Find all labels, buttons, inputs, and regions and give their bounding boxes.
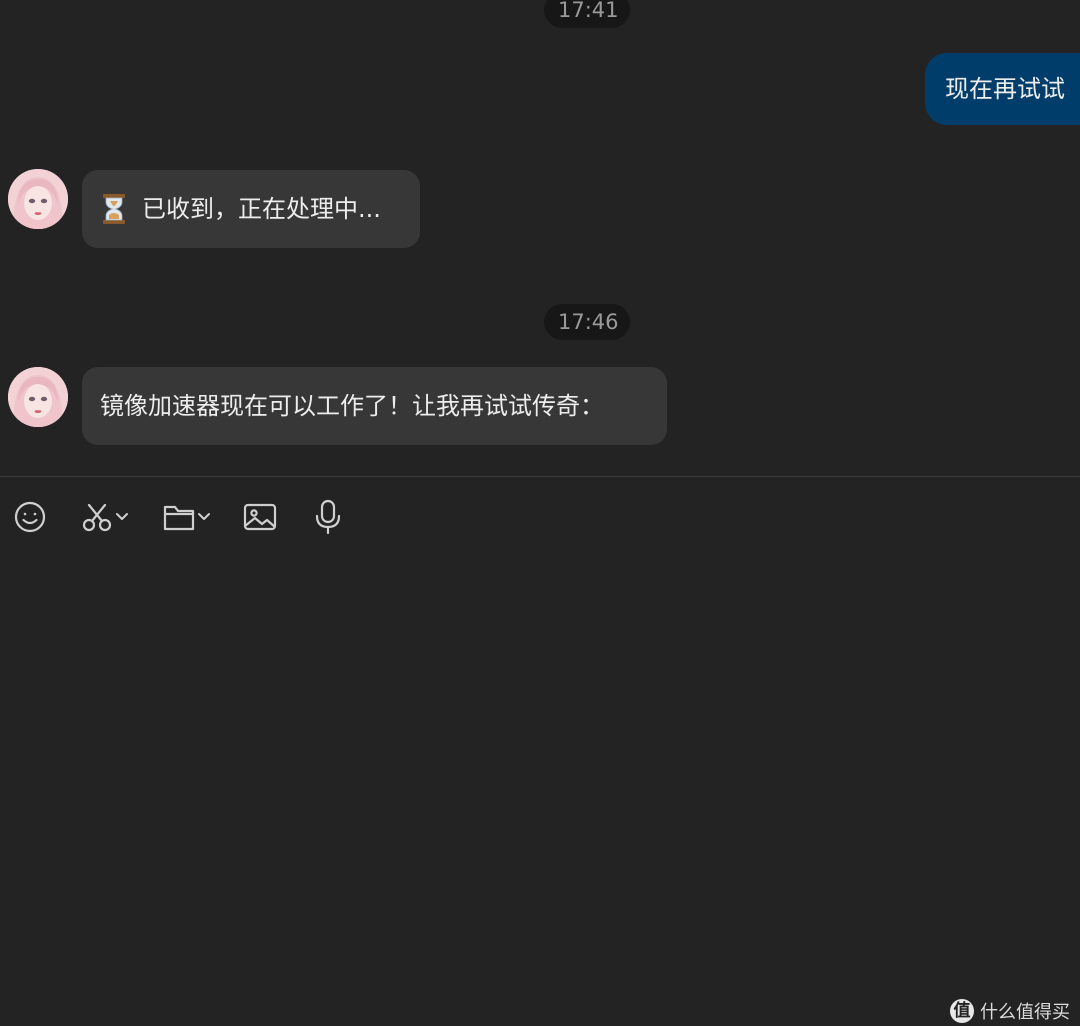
hourglass-icon <box>100 193 128 225</box>
image-icon <box>242 499 278 535</box>
chevron-down-icon[interactable] <box>114 499 130 535</box>
message-text: 已收到，正在处理中... <box>142 195 381 223</box>
message-bubble-incoming[interactable]: 已收到，正在处理中... <box>82 170 420 248</box>
watermark-logo: 值 <box>950 999 974 1023</box>
scissors-icon <box>80 499 114 535</box>
file-button[interactable] <box>162 499 212 535</box>
image-button[interactable] <box>242 499 278 535</box>
timestamp: 17:46 <box>544 304 630 340</box>
emoji-icon <box>12 499 48 535</box>
watermark-text: 什么值得买 <box>980 1002 1070 1023</box>
message-text: 现在再试试 <box>945 75 1065 103</box>
message-text: 镜像加速器现在可以工作了！让我再试试传奇： <box>100 392 604 420</box>
message-bubble-incoming[interactable]: 镜像加速器现在可以工作了！让我再试试传奇： <box>82 367 667 445</box>
emoji-button[interactable] <box>12 499 48 535</box>
message-bubble-outgoing[interactable]: 现在再试试 <box>925 53 1080 125</box>
timestamp: 17:41 <box>544 0 630 28</box>
input-toolbar: 值 什么值得买 <box>0 477 1080 1023</box>
chat-area: 17:41 现在再试试 已收到，正在处理中... 17:46 镜像加速器现在可以… <box>0 0 1080 476</box>
avatar[interactable] <box>8 367 68 427</box>
avatar[interactable] <box>8 169 68 229</box>
chevron-down-icon[interactable] <box>196 499 212 535</box>
watermark: 值 什么值得买 <box>950 996 1070 1026</box>
voice-button[interactable] <box>312 499 344 535</box>
microphone-icon <box>312 499 344 535</box>
folder-icon <box>162 499 196 535</box>
screenshot-button[interactable] <box>80 499 130 535</box>
